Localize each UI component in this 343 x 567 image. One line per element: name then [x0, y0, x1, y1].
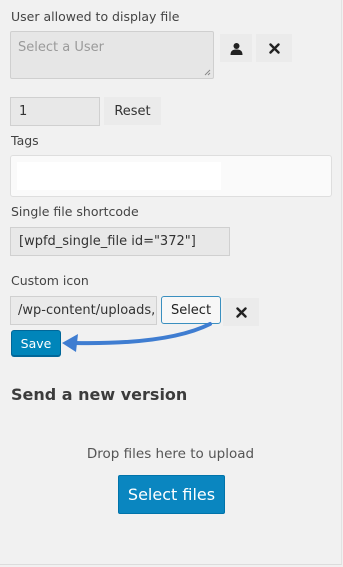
- save-button[interactable]: Save: [11, 330, 61, 356]
- custom-icon-label: Custom icon: [11, 273, 89, 288]
- shortcode-field[interactable]: [wpfd_single_file id="372"]: [10, 227, 230, 256]
- select-user-button[interactable]: [220, 34, 252, 62]
- select-user-field[interactable]: Select a User: [10, 31, 214, 79]
- new-version-heading: Send a new version: [11, 385, 188, 404]
- clear-icon-button[interactable]: [223, 298, 259, 326]
- drop-zone-text: Drop files here to upload: [86, 446, 255, 462]
- annotation-arrow-icon: [62, 322, 212, 352]
- version-input[interactable]: 1: [10, 97, 100, 126]
- tags-input[interactable]: [10, 155, 332, 197]
- shortcode-label: Single file shortcode: [11, 204, 139, 219]
- close-icon: [235, 306, 247, 318]
- close-icon: [268, 42, 280, 54]
- user-field-label: User allowed to display file: [11, 9, 180, 24]
- tags-input-inner[interactable]: [17, 162, 221, 190]
- select-user-placeholder: Select a User: [18, 40, 104, 55]
- reset-button[interactable]: Reset: [104, 97, 161, 125]
- select-files-button[interactable]: Select files: [118, 475, 225, 514]
- user-icon: [230, 42, 242, 55]
- resize-grip-icon[interactable]: [204, 69, 211, 76]
- clear-user-button[interactable]: [256, 34, 292, 62]
- tags-label: Tags: [11, 133, 39, 148]
- file-settings-panel: User allowed to display file Select a Us…: [0, 0, 342, 565]
